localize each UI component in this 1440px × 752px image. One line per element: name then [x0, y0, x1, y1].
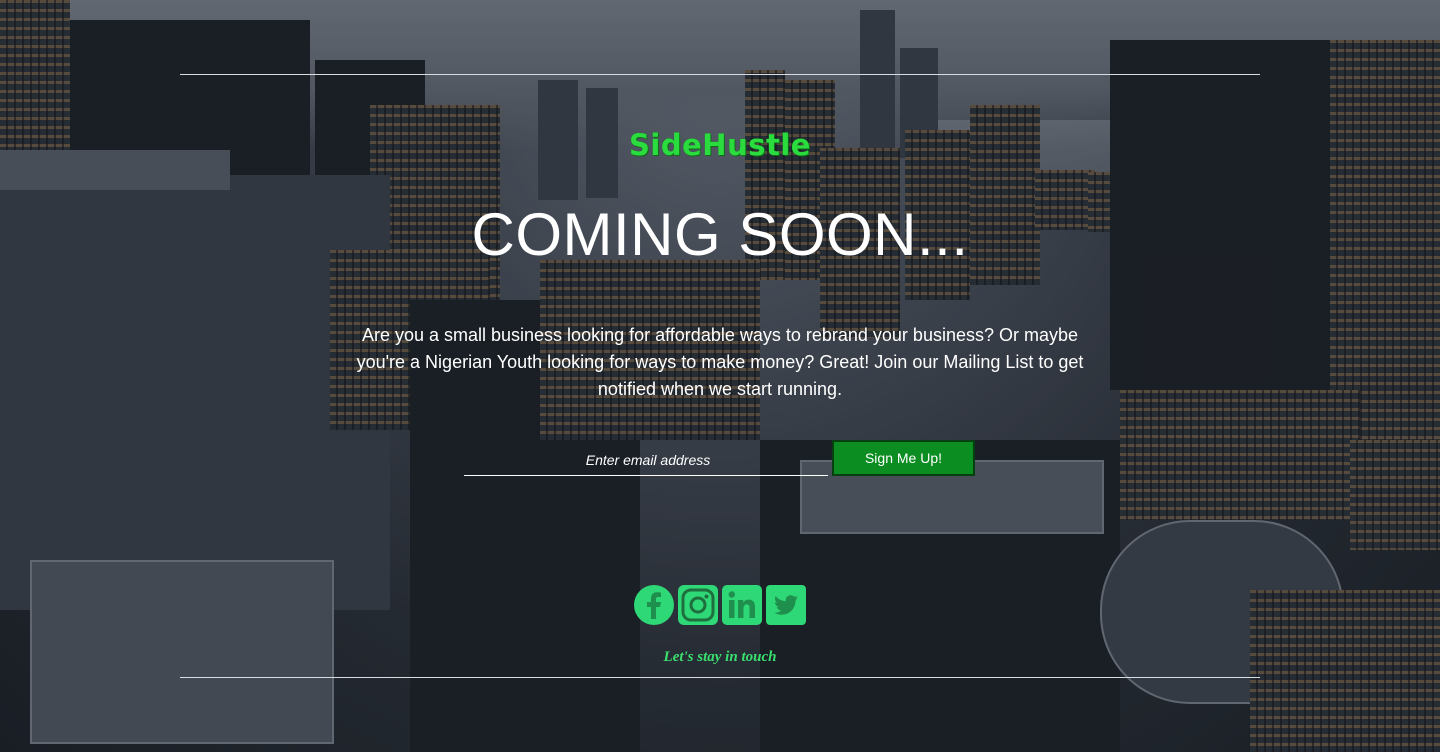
linkedin-icon [722, 585, 762, 625]
sign-up-button[interactable]: Sign Me Up! [832, 440, 975, 476]
email-field-wrapper [464, 445, 832, 476]
bottom-divider [180, 677, 1260, 678]
email-field[interactable] [464, 445, 832, 475]
facebook-link[interactable] [634, 585, 674, 625]
twitter-link[interactable] [766, 585, 806, 625]
instagram-icon [678, 585, 718, 625]
site-logo[interactable]: SideHustle [620, 120, 820, 170]
top-divider [180, 74, 1260, 75]
page: SideHustle COMING SOON... Are you a smal… [0, 0, 1440, 752]
page-title: COMING SOON... [471, 201, 969, 268]
hero-description: Are you a small business looking for aff… [356, 325, 1084, 399]
social-caption: Let's stay in touch [663, 649, 777, 665]
linkedin-link[interactable] [722, 585, 762, 625]
instagram-link[interactable] [678, 585, 718, 625]
logo-text: SideHustle [629, 128, 811, 162]
facebook-icon [634, 585, 674, 625]
twitter-icon [766, 585, 806, 625]
social-links [634, 585, 806, 625]
